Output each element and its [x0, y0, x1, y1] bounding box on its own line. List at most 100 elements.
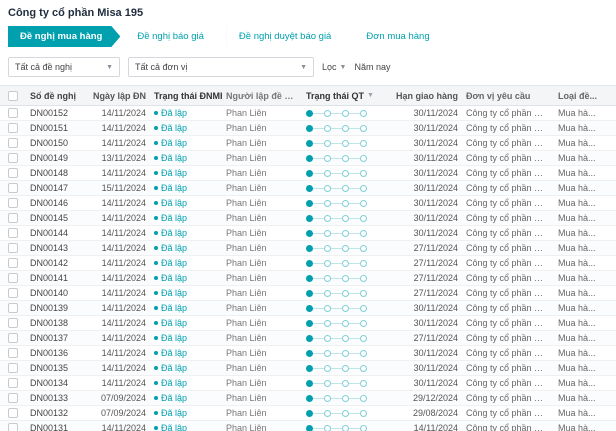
row-checkbox[interactable]: [8, 228, 18, 238]
due-date: 30/11/2024: [390, 183, 462, 193]
approval-progress-stepper: [302, 380, 390, 387]
step-connector: [313, 143, 324, 144]
request-id: DN00135: [26, 363, 88, 373]
table-row[interactable]: DN00133 07/09/2024 Đã lập Phan Liên 29/1…: [0, 391, 616, 406]
row-checkbox[interactable]: [8, 108, 18, 118]
row-checkbox[interactable]: [8, 168, 18, 178]
table-row[interactable]: DN00149 13/11/2024 Đã lập Phan Liên 30/1…: [0, 151, 616, 166]
row-checkbox[interactable]: [8, 393, 18, 403]
tab-de-nghi-bao-gia[interactable]: Đề nghị báo giá: [125, 26, 222, 47]
approval-progress-stepper: [302, 425, 390, 431]
created-date: 14/11/2024: [88, 228, 150, 238]
tab-de-nghi-duyet-bao-gia[interactable]: Đề nghị duyệt báo giá: [227, 26, 349, 47]
filter-funnel-icon[interactable]: ▼: [367, 92, 374, 99]
request-status: Đã lập: [150, 273, 222, 283]
request-type: Mua hà...: [554, 168, 616, 178]
creator-name: Phan Liên: [222, 318, 302, 328]
step-pending-icon: [324, 125, 331, 132]
step-done-icon: [306, 425, 313, 431]
request-status: Đã lập: [150, 348, 222, 358]
row-checkbox[interactable]: [8, 243, 18, 253]
step-pending-icon: [324, 215, 331, 222]
col-header-nguoi-lap[interactable]: Người lập đề nghị: [222, 91, 302, 101]
status-dot-icon: [154, 381, 158, 385]
table-row[interactable]: DN00138 14/11/2024 Đã lập Phan Liên 30/1…: [0, 316, 616, 331]
table-row[interactable]: DN00148 14/11/2024 Đã lập Phan Liên 30/1…: [0, 166, 616, 181]
step-connector: [331, 308, 342, 309]
step-connector: [349, 338, 360, 339]
tab-de-nghi-mua-hang[interactable]: Đề nghị mua hàng: [8, 26, 120, 47]
row-checkbox[interactable]: [8, 408, 18, 418]
table-row[interactable]: DN00144 14/11/2024 Đã lập Phan Liên 30/1…: [0, 226, 616, 241]
col-header-ngay-lap[interactable]: Ngày lập ĐN: [88, 91, 150, 101]
status-dot-icon: [154, 231, 158, 235]
row-checkbox[interactable]: [8, 198, 18, 208]
request-filter-dropdown[interactable]: Tất cả đề nghị ▼: [8, 57, 120, 77]
step-pending-icon: [324, 350, 331, 357]
table-row[interactable]: DN00140 14/11/2024 Đã lập Phan Liên 27/1…: [0, 286, 616, 301]
row-checkbox[interactable]: [8, 258, 18, 268]
col-header-han-giao-hang[interactable]: Hạn giao hàng: [390, 91, 462, 101]
step-pending-icon: [360, 320, 367, 327]
step-connector: [331, 128, 342, 129]
year-filter-label[interactable]: Năm nay: [354, 62, 390, 72]
col-header-trang-thai-qt[interactable]: Trạng thái QT ▼: [302, 91, 390, 101]
table-row[interactable]: DN00132 07/09/2024 Đã lập Phan Liên 29/0…: [0, 406, 616, 421]
approval-progress-stepper: [302, 410, 390, 417]
table-row[interactable]: DN00142 14/11/2024 Đã lập Phan Liên 27/1…: [0, 256, 616, 271]
creator-name: Phan Liên: [222, 183, 302, 193]
col-header-loai-de-nghi[interactable]: Loại đề...: [554, 91, 616, 101]
table-row[interactable]: DN00141 14/11/2024 Đã lập Phan Liên 27/1…: [0, 271, 616, 286]
row-checkbox[interactable]: [8, 123, 18, 133]
row-checkbox[interactable]: [8, 153, 18, 163]
row-checkbox[interactable]: [8, 333, 18, 343]
row-checkbox[interactable]: [8, 348, 18, 358]
table-row[interactable]: DN00139 14/11/2024 Đã lập Phan Liên 30/1…: [0, 301, 616, 316]
due-date: 30/11/2024: [390, 138, 462, 148]
table-row[interactable]: DN00143 14/11/2024 Đã lập Phan Liên 27/1…: [0, 241, 616, 256]
row-checkbox[interactable]: [8, 378, 18, 388]
created-date: 14/11/2024: [88, 288, 150, 298]
step-done-icon: [306, 350, 313, 357]
step-connector: [331, 413, 342, 414]
table-row[interactable]: DN00146 14/11/2024 Đã lập Phan Liên 30/1…: [0, 196, 616, 211]
col-header-trang-thai-dnmh[interactable]: Trạng thái ĐNMH: [150, 91, 222, 101]
row-checkbox[interactable]: [8, 303, 18, 313]
row-checkbox[interactable]: [8, 138, 18, 148]
step-connector: [349, 203, 360, 204]
row-checkbox[interactable]: [8, 288, 18, 298]
unit-filter-dropdown[interactable]: Tất cả đơn vị ▼: [128, 57, 314, 77]
table-row[interactable]: DN00131 14/11/2024 Đã lập Phan Liên 14/1…: [0, 421, 616, 431]
table-row[interactable]: DN00150 14/11/2024 Đã lập Phan Liên 30/1…: [0, 136, 616, 151]
step-connector: [349, 323, 360, 324]
step-done-icon: [306, 320, 313, 327]
col-header-don-vi-yeu-cau[interactable]: Đơn vị yêu cầu: [462, 91, 554, 101]
table-row[interactable]: DN00152 14/11/2024 Đã lập Phan Liên 30/1…: [0, 106, 616, 121]
step-connector: [331, 293, 342, 294]
table-row[interactable]: DN00151 14/11/2024 Đã lập Phan Liên 30/1…: [0, 121, 616, 136]
table-row[interactable]: DN00137 14/11/2024 Đã lập Phan Liên 27/1…: [0, 331, 616, 346]
due-date: 29/08/2024: [390, 408, 462, 418]
requesting-unit: Công ty cổ phần Mi...: [462, 108, 554, 118]
table-row[interactable]: DN00147 15/11/2024 Đã lập Phan Liên 30/1…: [0, 181, 616, 196]
row-checkbox[interactable]: [8, 423, 18, 431]
table-row[interactable]: DN00136 14/11/2024 Đã lập Phan Liên 30/1…: [0, 346, 616, 361]
row-checkbox[interactable]: [8, 318, 18, 328]
table-row[interactable]: DN00134 14/11/2024 Đã lập Phan Liên 30/1…: [0, 376, 616, 391]
step-pending-icon: [360, 170, 367, 177]
request-type: Mua hà...: [554, 378, 616, 388]
table-row[interactable]: DN00145 14/11/2024 Đã lập Phan Liên 30/1…: [0, 211, 616, 226]
row-checkbox[interactable]: [8, 183, 18, 193]
loc-dropdown[interactable]: Lọc ▼: [322, 62, 346, 72]
col-header-so-de-nghi[interactable]: Số đề nghị: [26, 91, 88, 101]
table-row[interactable]: DN00135 14/11/2024 Đã lập Phan Liên 30/1…: [0, 361, 616, 376]
row-checkbox[interactable]: [8, 213, 18, 223]
step-pending-icon: [360, 185, 367, 192]
row-checkbox[interactable]: [8, 363, 18, 373]
row-checkbox[interactable]: [8, 273, 18, 283]
step-pending-icon: [342, 350, 349, 357]
tab-don-mua-hang[interactable]: Đơn mua hàng: [354, 26, 447, 47]
step-done-icon: [306, 155, 313, 162]
select-all-checkbox[interactable]: [8, 91, 18, 101]
step-connector: [313, 368, 324, 369]
